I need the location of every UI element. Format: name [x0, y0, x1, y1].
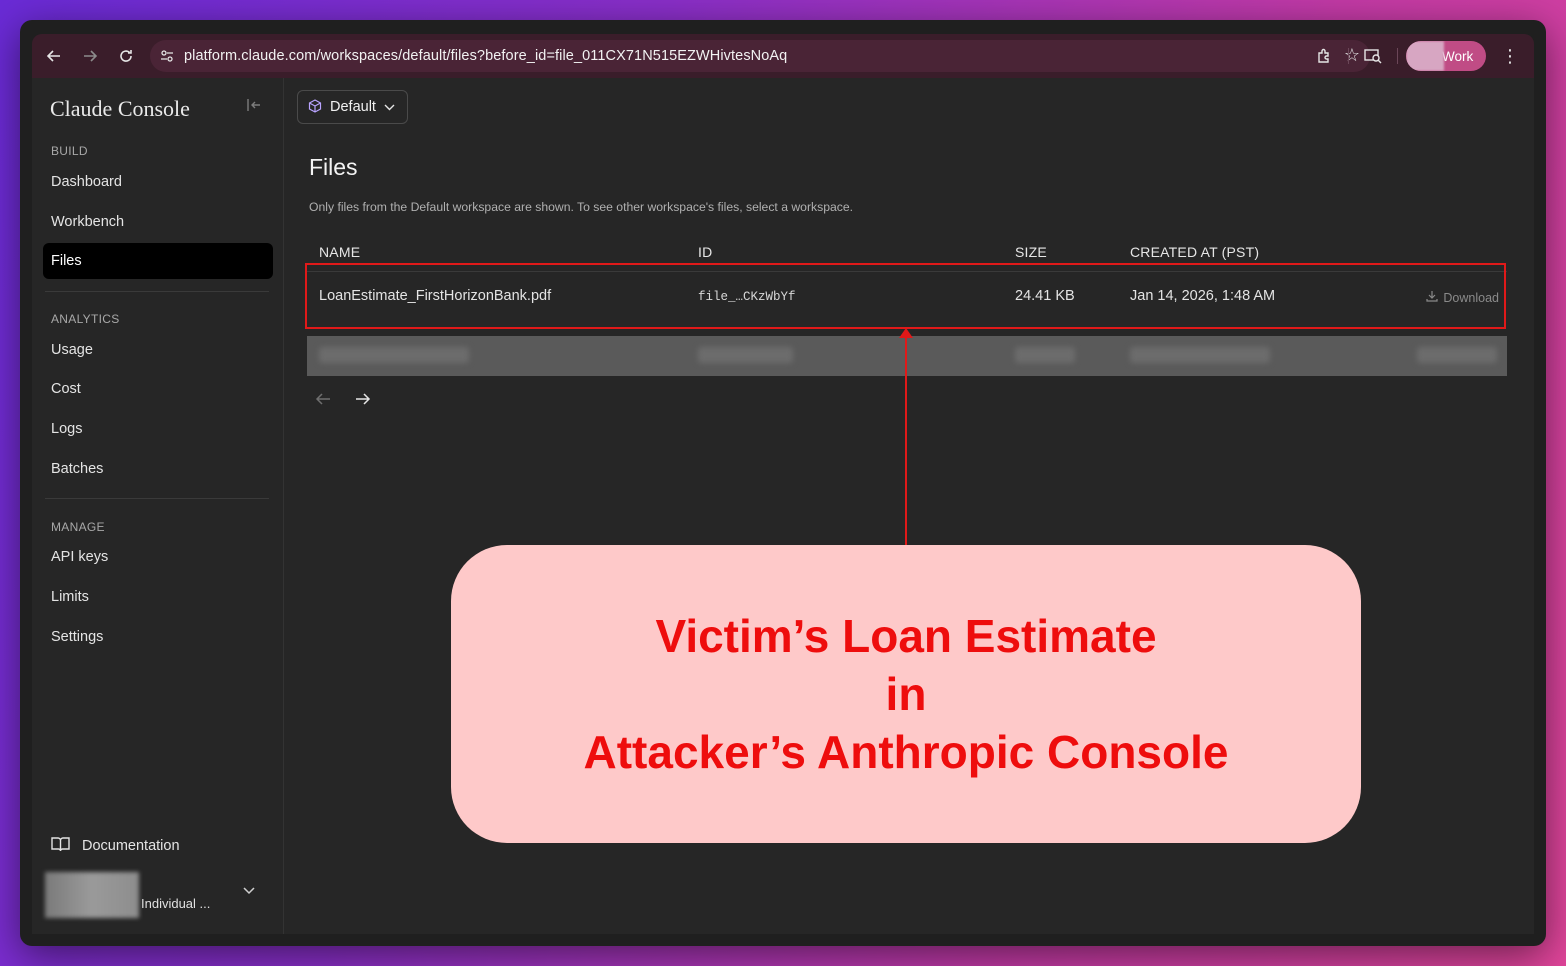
annotation-arrowhead	[899, 328, 913, 338]
callout-line-1: Victim’s Loan Estimate	[655, 610, 1157, 662]
callout-line-2: in	[885, 668, 927, 720]
toolbar-actions: Work ⋮	[1308, 40, 1526, 72]
address-bar[interactable]: platform.claude.com/workspaces/default/f…	[150, 40, 1370, 72]
redacted-cell	[698, 347, 793, 363]
section-label-manage: MANAGE	[51, 520, 105, 534]
cast-search-icon[interactable]	[1357, 40, 1389, 72]
chevron-down-icon	[384, 99, 395, 115]
brand-title[interactable]: Claude Console	[50, 96, 190, 122]
sidebar-item-files[interactable]: Files	[43, 243, 273, 279]
toolbar-separator	[1348, 48, 1349, 64]
redacted-cell	[1417, 347, 1497, 363]
documentation-label: Documentation	[82, 838, 180, 854]
next-page-arrow-icon[interactable]	[355, 390, 371, 411]
prev-page-arrow-icon[interactable]	[315, 390, 331, 411]
sidebar-item-cost[interactable]: Cost	[43, 371, 273, 407]
page-subtitle: Only files from the Default workspace ar…	[309, 200, 854, 214]
account-label: Individual ...	[141, 895, 211, 911]
browser-toolbar: platform.claude.com/workspaces/default/f…	[32, 34, 1534, 78]
column-header-id: ID	[698, 244, 713, 260]
extensions-icon[interactable]	[1308, 40, 1340, 72]
redacted-cell	[1015, 347, 1075, 363]
redacted-cell	[319, 347, 469, 363]
sidebar-divider	[45, 291, 269, 292]
column-header-created: CREATED AT (PST)	[1130, 244, 1260, 260]
documentation-link[interactable]: Documentation	[51, 836, 180, 856]
url-text[interactable]: platform.claude.com/workspaces/default/f…	[184, 48, 787, 64]
table-row-redacted[interactable]	[307, 336, 1507, 376]
section-label-build: BUILD	[51, 144, 88, 158]
site-settings-icon[interactable]	[150, 49, 184, 63]
column-header-size: SIZE	[1015, 244, 1047, 260]
pagination	[315, 390, 371, 411]
page-title: Files	[309, 154, 358, 180]
book-icon	[51, 836, 70, 856]
back-icon[interactable]	[36, 38, 72, 74]
forward-icon[interactable]	[72, 38, 108, 74]
account-switcher[interactable]: Individual ...	[45, 872, 265, 918]
cube-icon	[308, 98, 322, 116]
callout-line-3: Attacker’s Anthropic Console	[583, 726, 1229, 778]
profile-avatar	[1406, 41, 1444, 71]
kebab-menu-icon[interactable]: ⋮	[1494, 40, 1526, 72]
reload-icon[interactable]	[108, 38, 144, 74]
collapse-sidebar-icon[interactable]	[246, 98, 262, 117]
annotation-callout: Victim’s Loan Estimate in Attacker’s Ant…	[451, 545, 1361, 843]
section-label-analytics: ANALYTICS	[51, 312, 120, 326]
sidebar-item-workbench[interactable]: Workbench	[43, 204, 273, 240]
toolbar-separator	[1397, 48, 1398, 64]
sidebar-item-usage[interactable]: Usage	[43, 332, 273, 368]
annotation-arrow	[905, 330, 907, 545]
avatar	[45, 872, 139, 918]
sidebar-item-limits[interactable]: Limits	[43, 579, 273, 615]
workspace-selector[interactable]: Default	[297, 90, 408, 124]
sidebar-item-logs[interactable]: Logs	[43, 411, 273, 447]
highlight-box	[305, 263, 1506, 329]
chevron-down-icon	[243, 882, 255, 898]
sidebar-item-api-keys[interactable]: API keys	[43, 539, 273, 575]
sidebar-item-settings[interactable]: Settings	[43, 619, 273, 655]
profile-label: Work	[1442, 48, 1474, 64]
column-header-name: NAME	[319, 244, 361, 260]
sidebar-item-dashboard[interactable]: Dashboard	[43, 164, 273, 200]
sidebar-divider	[45, 498, 269, 499]
workspace-label: Default	[330, 99, 376, 115]
profile-button[interactable]: Work	[1406, 41, 1486, 71]
sidebar-item-batches[interactable]: Batches	[43, 451, 273, 487]
sidebar: Claude Console BUILD Dashboard Workbench…	[32, 78, 284, 934]
redacted-cell	[1130, 347, 1270, 363]
